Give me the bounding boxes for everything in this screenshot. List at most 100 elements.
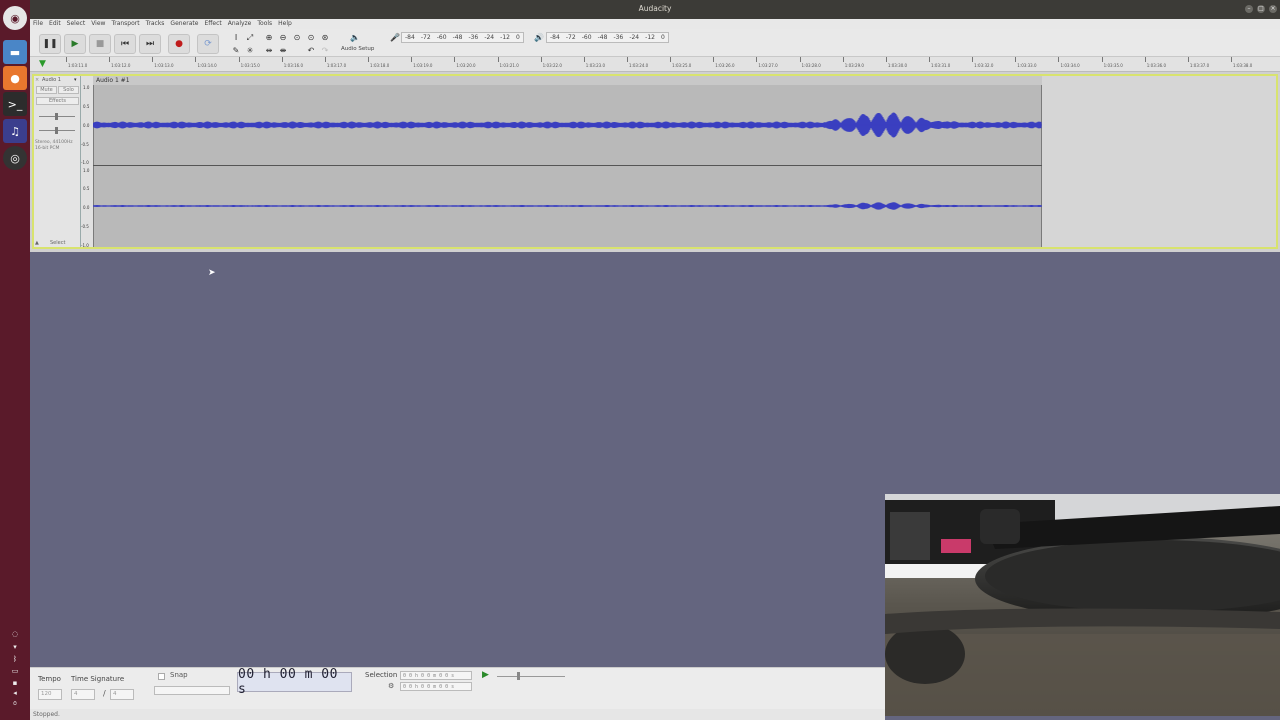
menu-tools[interactable]: Tools <box>254 19 275 29</box>
menu-tracks[interactable]: Tracks <box>143 19 168 29</box>
select-track-button[interactable]: Select <box>50 240 65 246</box>
timeline-ruler[interactable]: ▼ 1:03:11.0 1:03:12.0 1:03:13.0 1:03:14.0 1:… <box>30 57 1280 72</box>
ruler-tick-mark <box>411 57 413 62</box>
play-speed-thumb[interactable] <box>517 672 520 680</box>
mute-button[interactable]: Mute <box>36 86 57 94</box>
loop-button[interactable]: ⟳ <box>197 34 219 54</box>
ruler-tick-mark <box>324 57 326 62</box>
track-name[interactable]: Audio 1 <box>42 77 61 83</box>
keyboard-icon[interactable]: ▪ <box>8 679 22 688</box>
time-signature-denominator[interactable]: 4 <box>110 689 134 700</box>
fit-selection-icon[interactable]: ⊙ <box>291 32 303 44</box>
maximize-icon[interactable]: □ <box>1257 5 1265 13</box>
ruler-tick-label: 1:03:16.0 <box>283 63 303 68</box>
menu-generate[interactable]: Generate <box>167 19 201 29</box>
pan-slider-thumb[interactable] <box>55 127 58 134</box>
track-control-panel: × Audio 1 ▾ Mute Solo Effects Stereo, 44… <box>33 75 81 248</box>
audio-clip[interactable] <box>93 76 1042 248</box>
selection-tool-icon[interactable]: I <box>230 32 242 44</box>
menu-effect[interactable]: Effect <box>201 19 224 29</box>
playback-meter-icon[interactable]: 🔊 <box>533 32 545 44</box>
system-tray-icon[interactable]: ◌ <box>8 630 22 639</box>
trim-icon[interactable]: ⇹ <box>263 45 275 57</box>
menu-view[interactable]: View <box>88 19 108 29</box>
play-head-icon[interactable]: ▼ <box>39 59 46 69</box>
menu-file[interactable]: File <box>30 19 46 29</box>
time-display[interactable]: 00 h 00 m 00 s <box>237 667 352 697</box>
play-speed-slider[interactable] <box>497 676 565 677</box>
play-at-speed-icon[interactable]: ▶ <box>482 670 489 680</box>
envelope-tool-icon[interactable]: ⤢ <box>244 32 256 44</box>
solo-button[interactable]: Solo <box>58 86 79 94</box>
selection-settings-icon[interactable]: ⚙ <box>388 682 394 690</box>
silence-icon[interactable]: ⇼ <box>277 45 289 57</box>
ruler-tick-mark <box>454 57 456 62</box>
tempo-input[interactable]: 120 <box>38 689 62 700</box>
clock-icon[interactable]: ⏱ <box>8 700 22 709</box>
ruler-tick-label: 1:03:31.0 <box>931 63 951 68</box>
ruler-tick-label: 1:03:27.0 <box>758 63 778 68</box>
ruler-tick-mark <box>670 57 672 62</box>
playback-meter-tick: -48 <box>597 34 608 41</box>
ruler-tick-mark <box>756 57 758 62</box>
zoom-out-icon[interactable]: ⊖ <box>277 32 289 44</box>
undo-icon[interactable]: ↶ <box>305 45 317 57</box>
selection-start-field[interactable]: 0 0 h 0 0 m 0 0 s <box>400 671 472 680</box>
pause-button[interactable]: ❚❚ <box>39 34 61 54</box>
menu-edit[interactable]: Edit <box>46 19 64 29</box>
menu-transport[interactable]: Transport <box>108 19 142 29</box>
audacity-icon[interactable]: ♫ <box>3 119 27 143</box>
battery-icon[interactable]: ▭ <box>8 667 22 676</box>
files-icon[interactable]: ▬ <box>3 40 27 64</box>
track-menu-icon[interactable]: ▾ <box>74 77 77 83</box>
gain-slider-thumb[interactable] <box>55 113 58 120</box>
record-meter[interactable]: -84 -72 -60 -48 -36 -24 -12 0 <box>401 32 524 43</box>
minimize-icon[interactable]: – <box>1245 5 1253 13</box>
effects-button[interactable]: Effects <box>36 97 79 105</box>
time-signature-numerator[interactable]: 4 <box>71 689 95 700</box>
obs-icon[interactable]: ◎ <box>3 146 27 170</box>
bluetooth-icon[interactable]: ᛒ <box>8 655 22 664</box>
audio-setup-icon[interactable]: 🔈 <box>349 32 361 44</box>
zoom-toggle-icon[interactable]: ⊛ <box>319 32 331 44</box>
collapse-icon[interactable]: ▲ <box>35 240 39 246</box>
clip-header[interactable]: Audio 1 #1 <box>93 76 1042 85</box>
menu-analyze[interactable]: Analyze <box>225 19 255 29</box>
firefox-icon[interactable]: ● <box>3 66 27 90</box>
zoom-in-icon[interactable]: ⊕ <box>263 32 275 44</box>
skip-start-button[interactable]: ⏮ <box>114 34 136 54</box>
ruler-tick-mark <box>1015 57 1017 62</box>
ruler-tick-label: 1:03:32.0 <box>974 63 994 68</box>
ruler-tick-label: 1:03:25.0 <box>672 63 692 68</box>
ruler-tick-label: 1:03:28.0 <box>801 63 821 68</box>
ubuntu-logo-icon[interactable]: ◉ <box>3 6 27 30</box>
snap-to-dropdown[interactable] <box>154 686 230 695</box>
redo-icon[interactable]: ↷ <box>319 45 331 57</box>
terminal-icon[interactable]: >_ <box>3 92 27 116</box>
playback-meter[interactable]: -84 -72 -60 -48 -36 -24 -12 0 <box>546 32 669 43</box>
close-icon[interactable]: × <box>1269 5 1277 13</box>
stop-button[interactable]: ■ <box>89 34 111 54</box>
track-close-icon[interactable]: × <box>35 77 39 83</box>
play-button[interactable]: ▶ <box>64 34 86 54</box>
empty-track-area[interactable] <box>1042 76 1278 248</box>
vruler-label: -1.0 <box>81 243 89 248</box>
vruler-label: 1.0 <box>83 85 90 90</box>
draw-tool-icon[interactable]: ✎ <box>230 45 242 57</box>
snap-checkbox[interactable] <box>158 673 165 680</box>
multi-tool-icon[interactable]: ✳ <box>244 45 256 57</box>
ubuntu-launcher: ◉ ▬ ● >_ ♫ ◎ ◌ ▾ ᛒ ▭ ▪ ◂ ⏱ <box>0 0 30 720</box>
volume-icon[interactable]: ◂ <box>8 689 22 698</box>
menu-help[interactable]: Help <box>275 19 295 29</box>
ruler-tick-mark <box>109 57 111 62</box>
selection-end-field[interactable]: 0 0 h 0 0 m 0 0 s <box>400 682 472 691</box>
record-meter-icon[interactable]: 🎤 <box>389 32 401 44</box>
ruler-tick-mark <box>281 57 283 62</box>
network-icon[interactable]: ▾ <box>8 643 22 652</box>
playback-meter-tick: -36 <box>613 34 624 41</box>
fit-project-icon[interactable]: ⊙ <box>305 32 317 44</box>
menu-select[interactable]: Select <box>64 19 89 29</box>
audio-setup-label[interactable]: Audio Setup <box>341 46 374 52</box>
skip-end-button[interactable]: ⏭ <box>139 34 161 54</box>
record-button[interactable]: ● <box>168 34 190 54</box>
